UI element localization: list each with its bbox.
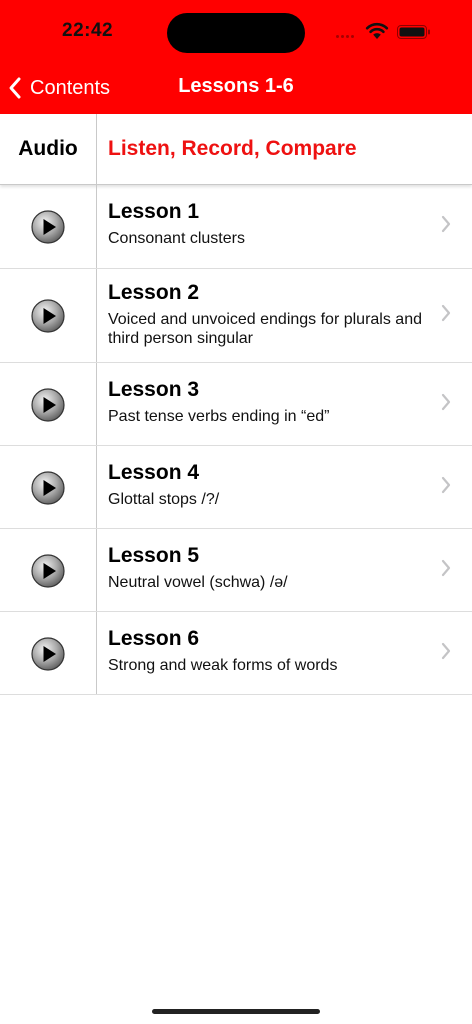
lesson-title: Lesson 6 (108, 627, 200, 650)
nav-bar: 22:42 Contents Lessons 1-6 (0, 0, 472, 114)
lesson-title: Lesson 1 (108, 200, 200, 223)
table-header: Audio Listen, Record, Compare (0, 114, 472, 185)
audio-cell (0, 363, 97, 445)
play-icon[interactable] (31, 299, 65, 333)
lesson-row[interactable]: Lesson 1 Consonant clusters (0, 185, 472, 269)
dynamic-island (167, 13, 305, 53)
main-column-header: Listen, Record, Compare (108, 137, 357, 160)
lesson-text: Lesson 6 Strong and weak forms of words (108, 627, 432, 675)
battery-icon (397, 25, 430, 39)
audio-cell (0, 269, 97, 362)
chevron-right-icon (441, 304, 451, 322)
page-title: Lessons 1-6 (178, 75, 294, 97)
lesson-title: Lesson 3 (108, 378, 200, 401)
lesson-list: Lesson 1 Consonant clusters Lesson 2 Voiced… (0, 185, 472, 695)
lesson-text: Lesson 2 Voiced and unvoiced endings for … (108, 281, 432, 348)
lesson-subtitle: Past tense verbs ending in “ed” (108, 408, 330, 425)
play-icon[interactable] (31, 637, 65, 671)
audio-column-header: Audio (0, 114, 97, 184)
lesson-row[interactable]: Lesson 2 Voiced and unvoiced endings for … (0, 269, 472, 363)
lesson-subtitle: Voiced and unvoiced endings for plurals … (108, 311, 422, 347)
home-indicator[interactable] (152, 1009, 320, 1014)
chevron-right-icon (441, 476, 451, 494)
lesson-row[interactable]: Lesson 5 Neutral vowel (schwa) /ə/ (0, 529, 472, 612)
status-time: 22:42 (62, 20, 114, 41)
lesson-subtitle: Glottal stops /?/ (108, 491, 220, 508)
chevron-right-icon (441, 393, 451, 411)
back-button[interactable]: Contents (8, 70, 110, 106)
lesson-text: Lesson 3 Past tense verbs ending in “ed” (108, 378, 432, 426)
lesson-subtitle: Strong and weak forms of words (108, 657, 338, 674)
chevron-right-icon (441, 215, 451, 233)
play-icon[interactable] (31, 471, 65, 505)
audio-cell (0, 446, 97, 528)
play-icon[interactable] (31, 554, 65, 588)
lesson-row[interactable]: Lesson 3 Past tense verbs ending in “ed” (0, 363, 472, 446)
lesson-text: Lesson 1 Consonant clusters (108, 200, 432, 248)
lesson-row[interactable]: Lesson 4 Glottal stops /?/ (0, 446, 472, 529)
wifi-icon (365, 22, 389, 39)
chevron-left-icon (9, 77, 21, 99)
audio-cell (0, 185, 97, 268)
audio-cell (0, 529, 97, 611)
lesson-text: Lesson 5 Neutral vowel (schwa) /ə/ (108, 544, 432, 592)
lesson-title: Lesson 4 (108, 461, 200, 484)
play-icon[interactable] (31, 388, 65, 422)
signal-icon (336, 35, 358, 39)
chevron-right-icon (441, 642, 451, 660)
chevron-right-icon (441, 559, 451, 577)
lesson-title: Lesson 2 (108, 281, 200, 304)
audio-cell (0, 612, 97, 694)
lesson-text: Lesson 4 Glottal stops /?/ (108, 461, 432, 509)
lesson-title: Lesson 5 (108, 544, 200, 567)
play-icon[interactable] (31, 210, 65, 244)
lesson-subtitle: Neutral vowel (schwa) /ə/ (108, 574, 288, 591)
back-button-label: Contents (30, 76, 111, 99)
lesson-row[interactable]: Lesson 6 Strong and weak forms of words (0, 612, 472, 695)
lesson-subtitle: Consonant clusters (108, 230, 245, 247)
